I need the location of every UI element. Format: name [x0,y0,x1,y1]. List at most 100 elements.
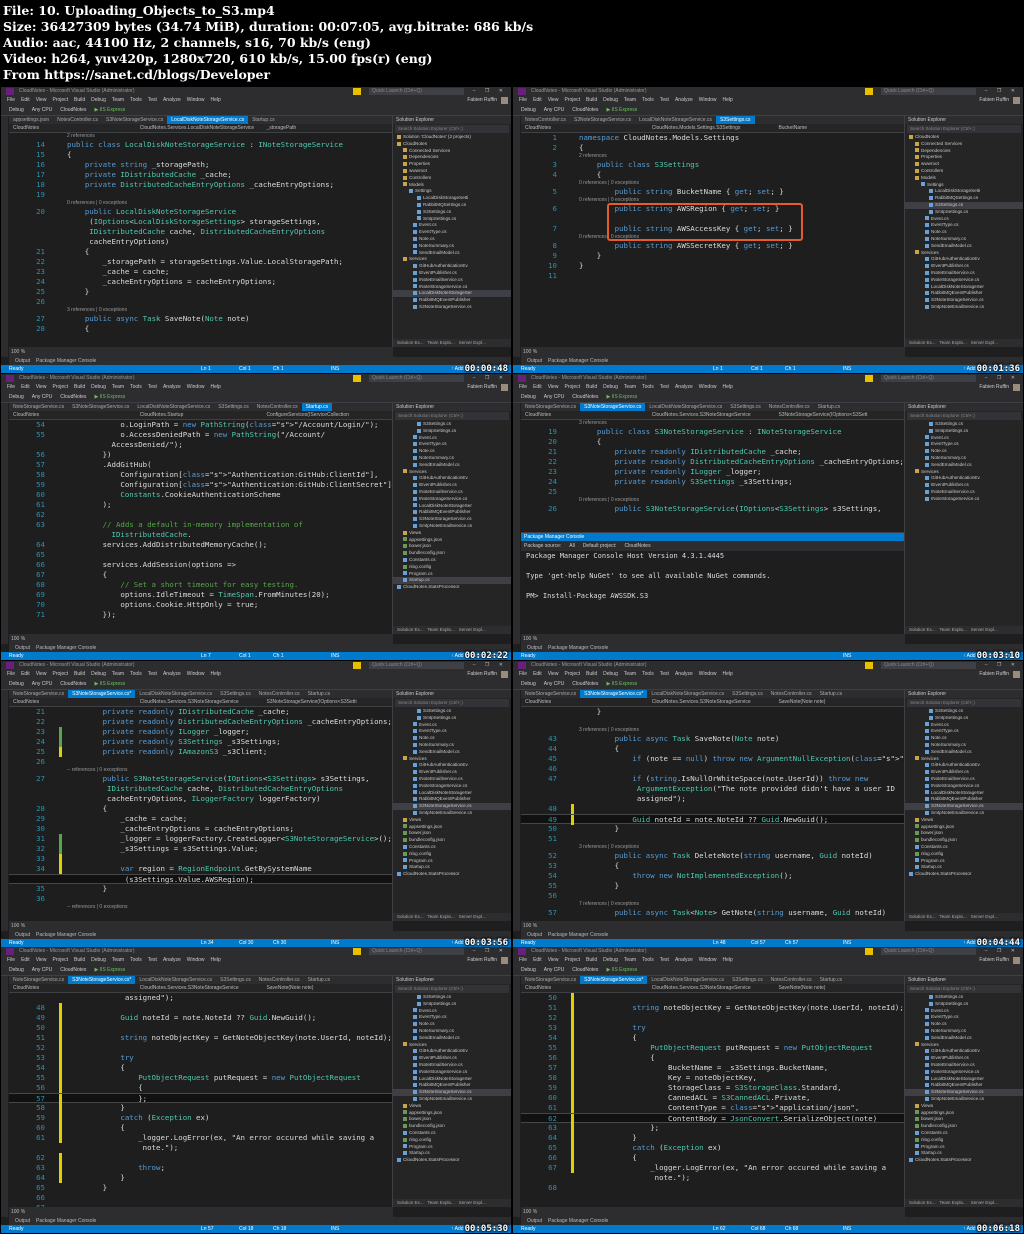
document-tab[interactable]: LocalDiskNoteStorageService.cs [167,116,249,124]
quick-launch-input[interactable]: Quick Launch (Ctrl+Q) [369,662,464,669]
solution-tree-item[interactable]: Program.cs [905,858,1023,865]
document-tab[interactable]: LocalDiskNoteStorageService.cs [133,403,214,411]
solution-tree-item[interactable]: GitHubAuthenticationEv [393,762,511,769]
solution-tree-item[interactable]: Services [905,469,1023,476]
output-tab[interactable]: Output [527,358,542,364]
solution-tree-item[interactable]: Services [905,1042,1023,1049]
output-tab[interactable]: Output [15,932,30,938]
solution-tree-item[interactable]: Startup.cs [905,1150,1023,1157]
menu-item[interactable]: Test [148,384,157,390]
run-button[interactable]: ▶ IIS Express [94,394,125,400]
solution-tree-item[interactable]: INoteStorageService.cs [393,1069,511,1076]
document-tab[interactable]: S3Settings.cs [216,690,255,698]
solution-tree-item[interactable]: Settings [393,188,511,195]
document-tab[interactable]: NoteStorageService.cs [9,976,68,984]
navigation-dropdown[interactable]: CloudNotes [521,984,648,992]
solution-tree-item[interactable]: appsettings.json [393,1110,511,1117]
solution-search-input[interactable]: Search Solution Explorer (Ctrl+;) [907,412,1021,420]
navigation-dropdown[interactable]: CloudNotes [9,411,136,419]
solution-tree-item[interactable]: Dependencies [905,148,1023,155]
navigation-dropdown[interactable]: S3NoteStorageService(IOptions<S3Setti [262,698,389,706]
menu-item[interactable]: Debug [91,957,106,963]
user-name[interactable]: Fabien Ruffin [467,670,497,679]
solution-tree-item[interactable]: RabbitMQSettings.cs [393,202,511,209]
panel-tab[interactable]: Solution Ex... [909,627,936,632]
filter-icon[interactable] [353,375,361,382]
document-tab[interactable]: NoteStorageService.cs [521,976,580,984]
panel-tab[interactable]: Team Explo... [940,914,967,919]
solution-tree-item[interactable]: NoteSummary.cs [905,236,1023,243]
avatar[interactable] [501,957,508,964]
solution-tree-item[interactable]: RabbitMQEventPublisher [393,297,511,304]
menu-item[interactable]: Tools [642,384,654,390]
solution-tree-item[interactable]: nlog.config [393,564,511,571]
solution-tree-item[interactable]: INoteEmailService.cs [393,776,511,783]
document-tab[interactable]: LocalDiskNoteStorageService.cs [645,403,726,411]
solution-tree-item[interactable]: Startup.cs [905,864,1023,871]
zoom-level[interactable]: 100 % [523,349,537,355]
menu-item[interactable]: File [7,957,15,963]
panel-tab[interactable]: Solution Ex... [397,914,424,919]
toolbar-dropdown[interactable]: Debug [521,681,536,687]
navigation-dropdown[interactable]: CloudNotes [9,124,136,132]
menu-item[interactable]: Tools [642,671,654,677]
solution-tree-item[interactable]: appsettings.json [393,824,511,831]
solution-tree-item[interactable]: Connected Services [905,141,1023,148]
codelens-text[interactable]: 7 references | 0 exceptions [579,901,639,908]
solution-tree-item[interactable]: Controllers [905,168,1023,175]
codelens-text[interactable]: 3 references [579,420,607,427]
solution-tree-item[interactable]: INoteStorageService.cs [905,1069,1023,1076]
menu-item[interactable]: Analyze [163,957,181,963]
solution-tree-item[interactable]: Event.cs [393,722,511,729]
solution-tree-item[interactable]: Constants.cs [393,844,511,851]
menu-item[interactable]: Project [564,957,580,963]
solution-tree-item[interactable]: SmtpSettings.cs [905,209,1023,216]
solution-tree-item[interactable]: bundleconfig.json [905,1123,1023,1130]
codelens-text[interactable]: 2 references [67,133,95,140]
menu-item[interactable]: Team [624,957,636,963]
solution-tree-item[interactable]: S3NoteStorageService.cs [905,1089,1023,1096]
solution-tree-item[interactable]: INoteEmailService.cs [905,1062,1023,1069]
window-controls[interactable]: – ❐ ✕ [985,947,1019,956]
zoom-level[interactable]: 100 % [523,636,537,642]
menu-item[interactable]: Edit [533,671,542,677]
document-tab[interactable]: NotesController.cs [53,116,102,124]
document-tab[interactable]: Startup.cs [304,690,335,698]
solution-tree-item[interactable]: Views [905,817,1023,824]
navigation-dropdown[interactable]: CloudNotes.Services.S3NoteStorageService [136,698,263,706]
panel-tab[interactable]: Team Explo... [940,340,967,345]
solution-tree-item[interactable]: wwwroot [393,168,511,175]
solution-tree-item[interactable]: Views [393,1103,511,1110]
avatar[interactable] [501,384,508,391]
solution-tree-item[interactable]: S3NoteStorageService.cs [393,304,511,311]
console-project[interactable]: CloudNotes [624,543,650,549]
filter-icon[interactable] [353,662,361,669]
toolbox-sidebar[interactable] [513,116,520,357]
solution-tree-item[interactable]: Settings [905,182,1023,189]
toolbar-dropdown[interactable]: Any CPU [32,967,53,973]
menu-item[interactable]: Test [660,671,669,677]
panel-tab[interactable]: Server Expl... [459,914,486,919]
solution-tree-item[interactable]: Connected Services [393,148,511,155]
solution-tree-item[interactable]: RabbitMQEventPublisher [905,290,1023,297]
navigation-dropdown[interactable]: CloudNotes.Models.Settings.S3Settings [648,124,775,132]
menu-item[interactable]: Debug [603,957,618,963]
solution-tree-item[interactable]: CloudNotes.StatsProcessor [393,1157,511,1164]
solution-tree-item[interactable]: LocalDiskNoteStorageSer [393,290,511,298]
solution-tree-item[interactable]: Note.cs [905,1021,1023,1028]
run-button[interactable]: ▶ IIS Express [606,681,637,687]
solution-tree-item[interactable]: EventType.cs [905,1014,1023,1021]
panel-tab[interactable]: Solution Ex... [909,914,936,919]
document-tab[interactable]: S3NoteStorageService.cs* [580,690,648,698]
menu-item[interactable]: Help [211,957,221,963]
solution-tree-item[interactable]: INoteStorageService.cs [393,783,511,790]
window-controls[interactable]: – ❐ ✕ [985,661,1019,670]
panel-tab[interactable]: Team Explo... [428,1200,455,1205]
menu-item[interactable]: Project [564,671,580,677]
solution-tree-item[interactable]: GitHubAuthenticationEv [905,475,1023,482]
solution-tree-item[interactable]: INoteEmailService.cs [393,1062,511,1069]
document-tab[interactable]: NotesController.cs [765,403,814,411]
menu-item[interactable]: File [519,384,527,390]
solution-tree-item[interactable]: NoteSummary.cs [905,455,1023,462]
menu-item[interactable]: Team [112,97,124,103]
